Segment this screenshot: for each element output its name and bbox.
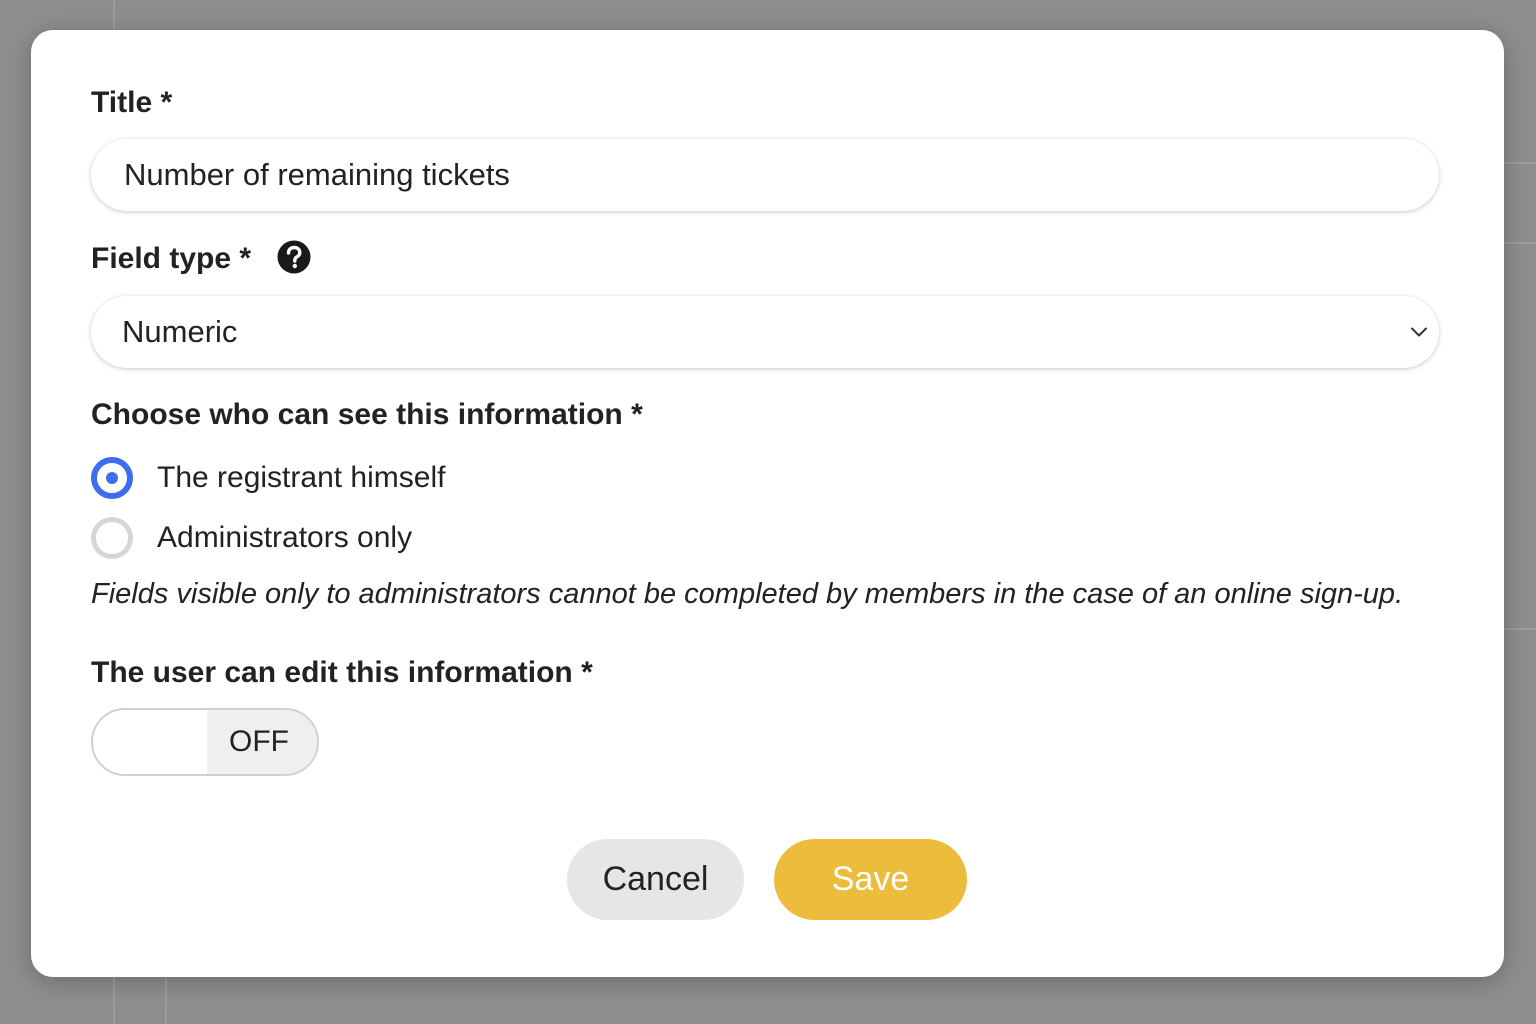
radio-label: Administrators only — [157, 521, 413, 554]
background-divider — [1504, 162, 1536, 164]
editable-toggle[interactable]: OFF — [91, 708, 319, 776]
radio-button-checked[interactable] — [91, 457, 133, 499]
title-input[interactable]: Number of remaining tickets — [91, 139, 1439, 211]
field-type-selected: Numeric — [122, 314, 238, 349]
edit-field-dialog: Title * Number of remaining tickets Fiel… — [31, 30, 1504, 977]
background-divider — [1504, 242, 1536, 244]
title-input-value: Number of remaining tickets — [124, 157, 510, 192]
background-divider — [165, 978, 167, 1024]
editable-label: The user can edit this information * — [91, 656, 593, 689]
visibility-option-admins[interactable]: Administrators only — [91, 517, 412, 559]
cancel-button[interactable]: Cancel — [567, 839, 744, 920]
toggle-knob — [93, 710, 207, 774]
question-circle-icon[interactable] — [277, 240, 311, 274]
background-divider — [1504, 628, 1536, 630]
radio-button-unchecked[interactable] — [91, 517, 133, 559]
toggle-state-label: OFF — [207, 710, 317, 774]
visibility-option-registrant[interactable]: The registrant himself — [91, 457, 445, 499]
visibility-label: Choose who can see this information * — [91, 398, 643, 431]
title-label: Title * — [91, 86, 173, 119]
save-button[interactable]: Save — [774, 839, 967, 920]
field-type-select[interactable]: Numeric — [91, 296, 1439, 368]
visibility-note: Fields visible only to administrators ca… — [91, 578, 1404, 610]
field-type-label: Field type * — [91, 242, 252, 275]
chevron-down-icon — [1411, 327, 1427, 337]
radio-label: The registrant himself — [157, 461, 446, 494]
